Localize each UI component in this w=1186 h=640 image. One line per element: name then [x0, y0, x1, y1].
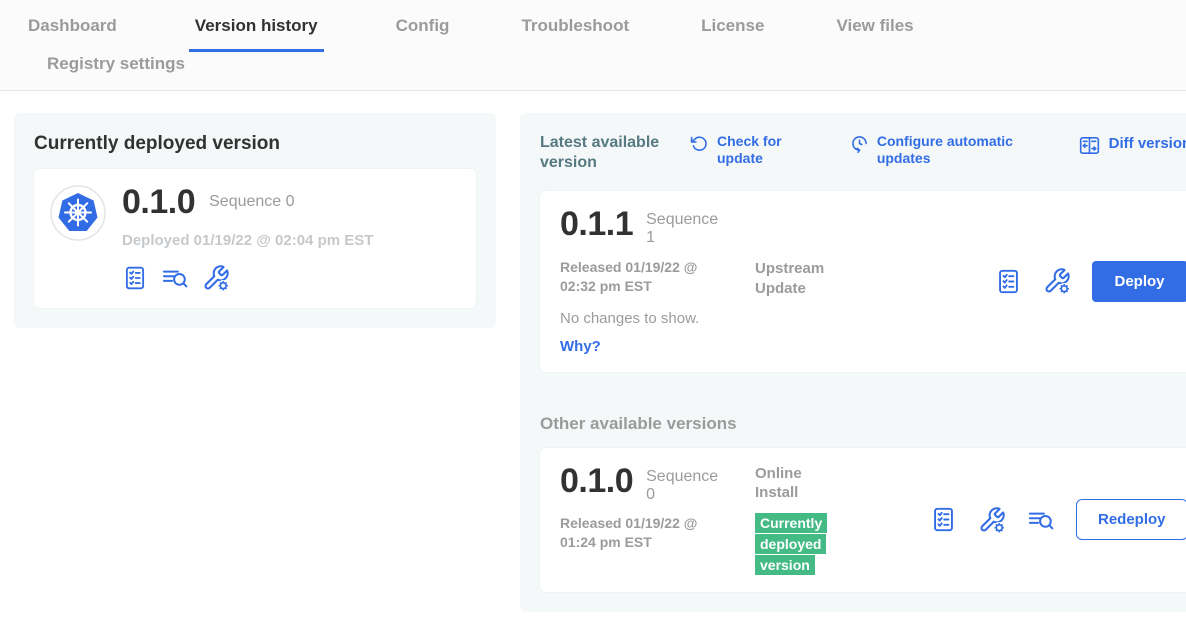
latest-available-panel: Latest available version Check for updat…	[520, 113, 1186, 612]
tab-version-history[interactable]: Version history	[189, 16, 324, 52]
deploy-button[interactable]: Deploy	[1092, 261, 1186, 302]
preflight-checks-icon[interactable]	[995, 268, 1022, 295]
check-for-update-link[interactable]: Check for update	[690, 133, 789, 167]
online-install-label: Online Install	[755, 464, 847, 503]
diff-columns-icon	[1078, 133, 1101, 167]
tab-config[interactable]: Config	[396, 16, 450, 49]
config-wrench-icon[interactable]	[1043, 267, 1071, 295]
latest-panel-actions: Check for update Configure automatic upd…	[690, 133, 1186, 167]
upstream-update-label: Upstream Update	[755, 259, 847, 298]
redeploy-button[interactable]: Redeploy	[1076, 499, 1186, 540]
config-wrench-icon[interactable]	[202, 264, 230, 292]
main-content: Currently deployed version 0.1.0 Sequenc…	[0, 91, 1186, 634]
other-sequence-label: Sequence 0	[646, 468, 724, 505]
latest-sequence-label: Sequence 1	[646, 211, 724, 248]
tab-view-files[interactable]: View files	[836, 16, 913, 49]
nav-row-primary: Dashboard Version history Config Trouble…	[28, 16, 1186, 52]
config-wrench-icon[interactable]	[978, 506, 1006, 534]
deploy-logs-icon[interactable]	[161, 264, 189, 292]
latest-version-number: 0.1.1	[560, 207, 633, 248]
latest-card-actions: Deploy	[995, 261, 1186, 302]
diff-versions-link[interactable]: Diff versions	[1078, 133, 1186, 167]
tab-license[interactable]: License	[701, 16, 764, 49]
preflight-checks-icon[interactable]	[122, 265, 148, 291]
tab-registry-settings[interactable]: Registry settings	[47, 54, 185, 73]
other-version-details: 0.1.0 Sequence 0 Released 01/19/22 @ 01:…	[560, 464, 755, 576]
nav-row-secondary: Registry settings	[28, 52, 1186, 90]
other-card-actions: Redeploy	[930, 499, 1186, 540]
no-changes-note: No changes to show.	[560, 310, 755, 327]
latest-source-column: Upstream Update	[755, 207, 930, 356]
currently-deployed-badge: Currently deployed version	[755, 513, 827, 575]
top-navigation: Dashboard Version history Config Trouble…	[0, 0, 1186, 91]
refresh-arrow-icon	[690, 133, 709, 167]
latest-panel-header: Latest available version Check for updat…	[540, 133, 1186, 173]
currently-deployed-panel: Currently deployed version 0.1.0 Sequenc…	[14, 113, 496, 328]
deployed-timestamp: Deployed 01/19/22 @ 02:04 pm EST	[122, 232, 373, 249]
latest-version-card: 0.1.1 Sequence 1 Released 01/19/22 @ 02:…	[540, 191, 1186, 372]
other-released-timestamp: Released 01/19/22 @ 01:24 pm EST	[560, 514, 735, 552]
schedule-update-icon	[850, 133, 869, 167]
currently-deployed-badge-wrap: Currently deployed version	[755, 513, 837, 576]
current-sequence-label: Sequence 0	[209, 193, 294, 211]
latest-version-details: 0.1.1 Sequence 1 Released 01/19/22 @ 02:…	[560, 207, 755, 356]
tab-dashboard[interactable]: Dashboard	[28, 16, 117, 49]
other-source-column: Online Install Currently deployed versio…	[755, 464, 930, 576]
deploy-logs-icon[interactable]	[1027, 506, 1055, 534]
other-version-card: 0.1.0 Sequence 0 Released 01/19/22 @ 01:…	[540, 448, 1186, 592]
current-version-card: 0.1.0 Sequence 0 Deployed 01/19/22 @ 02:…	[34, 169, 476, 308]
latest-released-timestamp: Released 01/19/22 @ 02:32 pm EST	[560, 258, 735, 296]
why-link[interactable]: Why?	[560, 338, 601, 355]
configure-automatic-updates-link[interactable]: Configure automatic updates	[850, 133, 1017, 167]
other-version-number: 0.1.0	[560, 464, 633, 505]
kubernetes-logo-icon	[50, 185, 106, 241]
current-version-actions	[122, 264, 373, 292]
currently-deployed-title: Currently deployed version	[34, 133, 476, 155]
latest-available-title: Latest available version	[540, 133, 690, 173]
other-available-versions-title: Other available versions	[540, 414, 1186, 434]
current-version-number: 0.1.0	[122, 185, 195, 219]
preflight-checks-icon[interactable]	[930, 506, 957, 533]
tab-troubleshoot[interactable]: Troubleshoot	[521, 16, 629, 49]
current-version-details: 0.1.0 Sequence 0 Deployed 01/19/22 @ 02:…	[122, 185, 373, 292]
